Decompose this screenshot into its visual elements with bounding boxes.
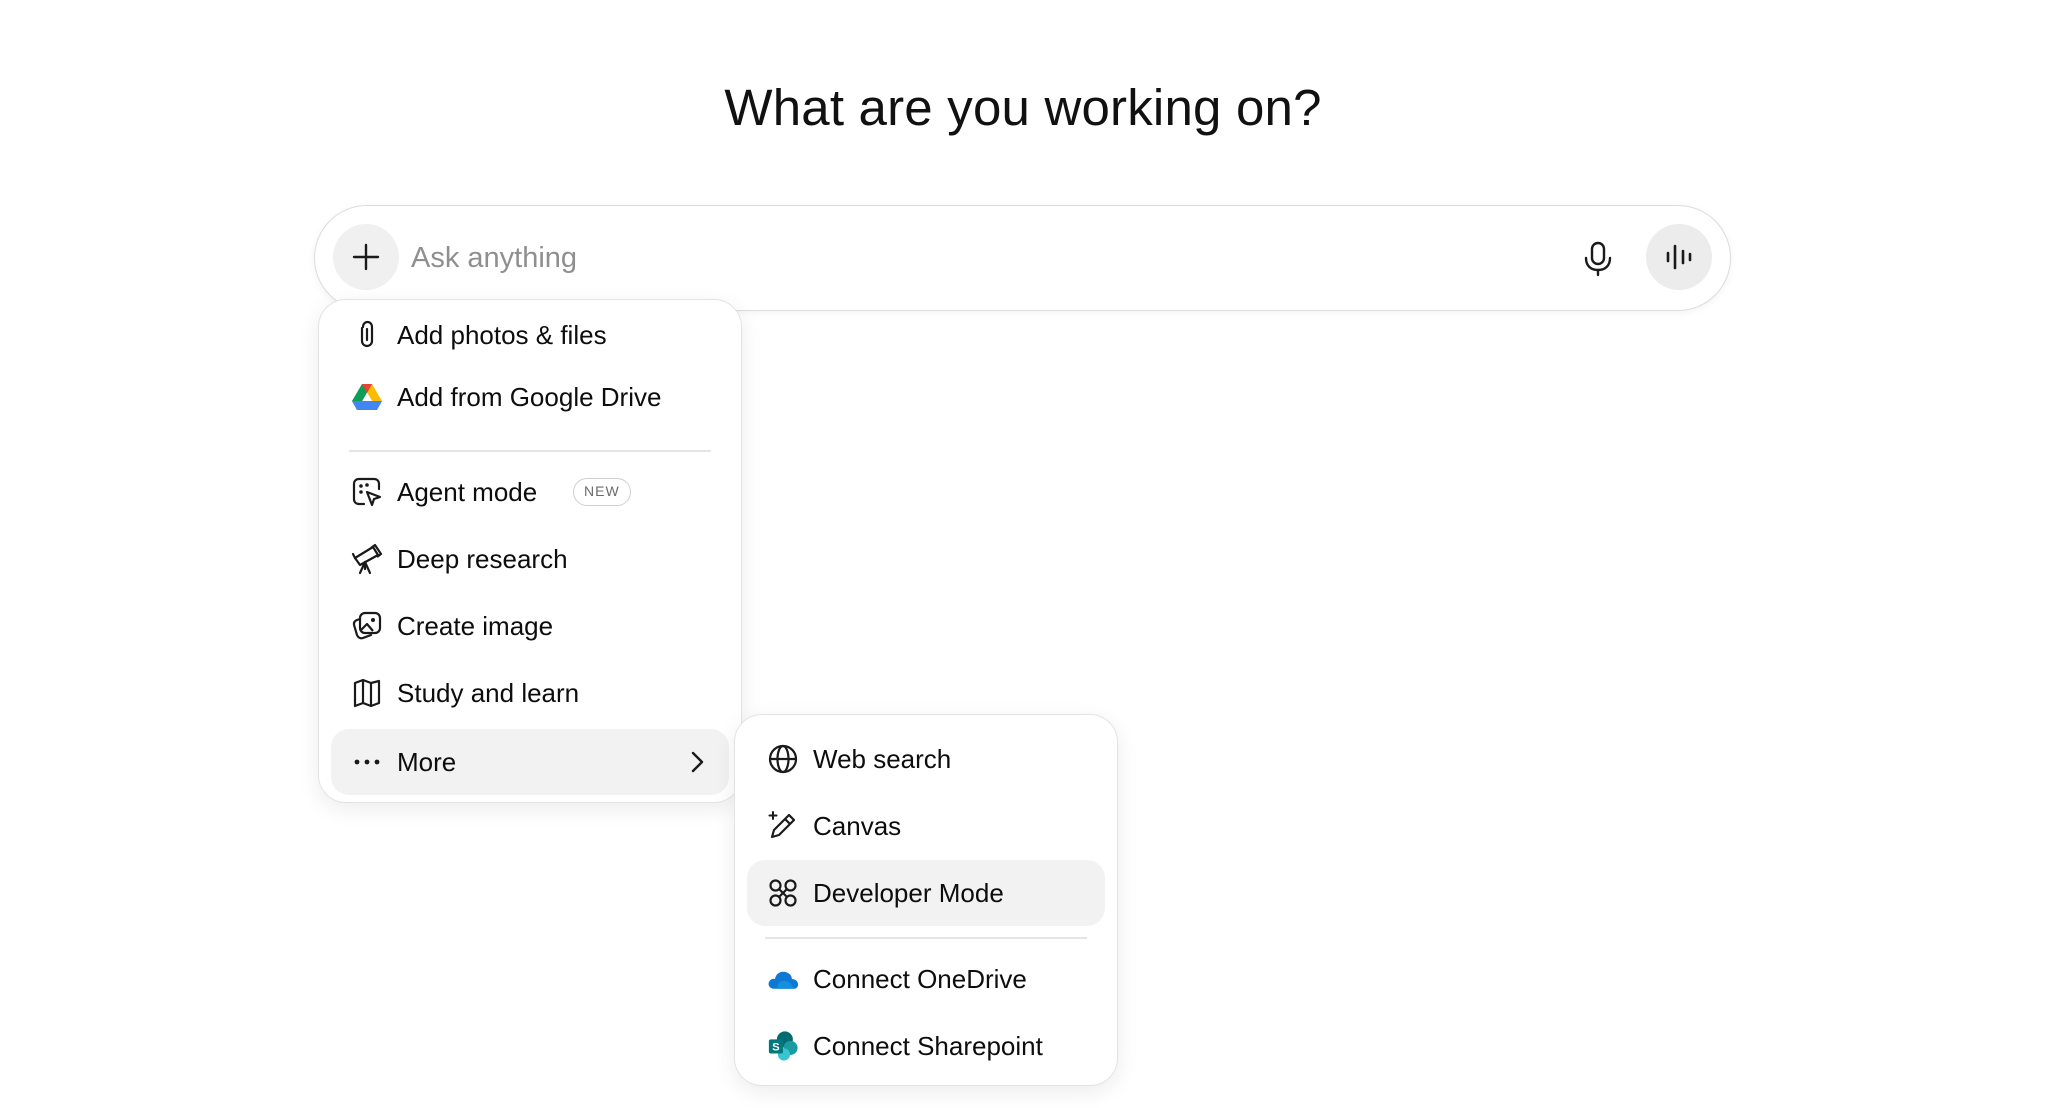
onedrive-icon (767, 963, 799, 995)
menu-item-more[interactable]: More (331, 729, 729, 795)
menu-item-label: Connect OneDrive (813, 964, 1027, 994)
submenu-item-connect-sharepoint[interactable]: S Connect Sharepoint (747, 1015, 1105, 1077)
command-icon (767, 877, 799, 909)
menu-item-label: Study and learn (397, 678, 580, 708)
submenu-item-canvas[interactable]: Canvas (747, 795, 1105, 857)
more-submenu: Web search Canvas Developer Mode Connect… (734, 714, 1118, 1086)
svg-text:S: S (772, 1042, 780, 1054)
prompt-input[interactable] (411, 228, 1491, 288)
menu-item-create-image[interactable]: Create image (331, 595, 729, 657)
menu-item-label: Connect Sharepoint (813, 1031, 1043, 1061)
menu-item-label: Web search (813, 744, 952, 774)
google-drive-icon (351, 381, 383, 413)
chat-home: What are you working on? Ask anything Ad… (0, 0, 2046, 1108)
menu-item-deep-research[interactable]: Deep research (331, 528, 729, 590)
book-icon (351, 677, 383, 709)
composer (314, 205, 1731, 311)
menu-item-study-learn[interactable]: Study and learn (331, 662, 729, 724)
menu-item-google-drive[interactable]: Add from Google Drive (331, 366, 729, 428)
chevron-right-icon (691, 751, 704, 773)
voice-mode-button[interactable] (1646, 224, 1712, 290)
plus-icon (352, 243, 380, 271)
menu-item-label: Agent mode (397, 477, 538, 507)
menu-item-agent-mode[interactable]: Agent mode NEW (331, 461, 729, 523)
attach-menu: Add photos & files Add from Google Drive (318, 299, 742, 803)
submenu-item-web-search[interactable]: Web search (747, 728, 1105, 790)
globe-icon (767, 743, 799, 775)
submenu-item-connect-onedrive[interactable]: Connect OneDrive (747, 948, 1105, 1010)
menu-item-label: Add from Google Drive (397, 382, 662, 412)
menu-item-label: More (397, 747, 457, 777)
new-badge: NEW (573, 478, 631, 506)
image-icon (351, 610, 383, 642)
dictate-button[interactable] (1571, 232, 1625, 286)
menu-item-label: Canvas (813, 811, 902, 841)
agent-cursor-icon (351, 476, 383, 508)
microphone-icon (1584, 241, 1612, 277)
sharepoint-icon: S (767, 1030, 799, 1062)
waveform-icon (1666, 244, 1692, 270)
menu-item-label: Deep research (397, 544, 568, 574)
menu-item-label: Add photos & files (397, 320, 607, 350)
menu-divider (765, 937, 1087, 939)
menu-item-label: Developer Mode (813, 878, 1004, 908)
pencil-sparkle-icon (767, 810, 799, 842)
paperclip-icon (351, 319, 383, 351)
ellipsis-icon (351, 746, 383, 778)
page-title: What are you working on? (724, 79, 1322, 136)
submenu-item-developer-mode[interactable]: Developer Mode (747, 860, 1105, 926)
menu-item-label: Create image (397, 611, 554, 641)
add-button[interactable] (333, 224, 399, 290)
telescope-icon (351, 543, 383, 575)
menu-divider (349, 450, 711, 452)
menu-item-add-photos-files[interactable]: Add photos & files (331, 304, 729, 366)
